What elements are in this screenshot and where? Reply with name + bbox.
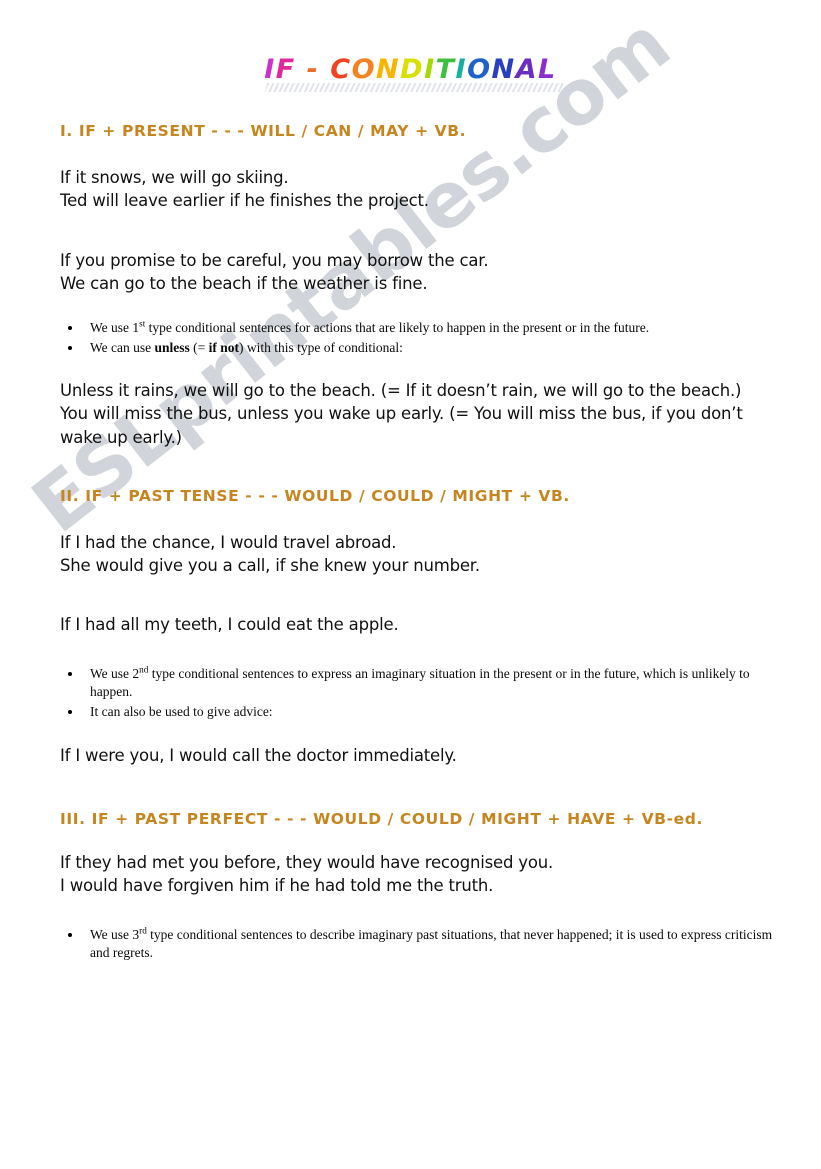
- bullet-bold-unless: unless: [154, 339, 190, 355]
- list-item: We use 1st type conditional sentences fo…: [60, 319, 778, 337]
- bullet-text-post: ) with this type of conditional:: [239, 339, 403, 355]
- section-1-examples-c: Unless it rains, we will go to the beach…: [60, 379, 780, 449]
- title-letter: A: [515, 54, 539, 85]
- example-sentence: I would have forgiven him if he had told…: [60, 876, 494, 896]
- section-1-examples-a: If it snows, we will go skiing. Ted will…: [60, 166, 429, 213]
- example-sentence: If I had all my teeth, I could eat the a…: [60, 615, 399, 634]
- page-title: IF - CONDITIONAL: [264, 54, 565, 92]
- title-letter: F: [275, 54, 296, 85]
- section-1-heading: I. IF + PRESENT - - - WILL / CAN / MAY +…: [60, 122, 467, 140]
- example-sentence: She would give you a call, if she knew y…: [60, 556, 480, 576]
- title-shadow: [264, 83, 565, 92]
- title-letter: N: [376, 54, 401, 85]
- title-letter: I: [455, 54, 468, 85]
- bullet-text-pre: We can use: [90, 339, 155, 355]
- bullet-text-post: type conditional sentences for actions t…: [145, 320, 650, 335]
- title-letter: O: [467, 54, 492, 85]
- list-item: It can also be used to give advice:: [60, 703, 790, 721]
- bullet-bold-if-not: if not: [208, 339, 240, 355]
- bullet-text-post: type conditional sentences to describe i…: [90, 927, 773, 960]
- title-area: IF - CONDITIONAL: [0, 0, 821, 92]
- example-sentence: Ted will leave earlier if he finishes th…: [60, 191, 429, 211]
- example-sentence: If I were you, I would call the doctor i…: [60, 746, 457, 765]
- title-letter: I: [424, 54, 436, 85]
- title-letter: [296, 56, 307, 83]
- section-1-examples-b: If you promise to be careful, you may bo…: [60, 249, 489, 296]
- section-2-examples-a: If I had the chance, I would travel abro…: [60, 531, 480, 578]
- example-sentence: We can go to the beach if the weather is…: [60, 274, 428, 294]
- section-3-bullets: We use 3rd type conditional sentences to…: [60, 926, 790, 964]
- title-letter: O: [351, 54, 377, 85]
- list-item: We can use unless (= if not) with this t…: [60, 339, 778, 357]
- section-3-examples-a: If they had met you before, they would h…: [60, 851, 553, 898]
- example-sentence: If they had met you before, they would h…: [60, 853, 554, 872]
- title-letter: T: [435, 54, 456, 85]
- bullet-text-pre: We use 2: [90, 666, 140, 681]
- title-letter: C: [330, 54, 352, 85]
- example-sentence: If I had the chance, I would travel abro…: [60, 533, 397, 552]
- title-letter: I: [264, 54, 276, 85]
- worksheet-page: ESLprintables.com IF - CONDITIONAL I. IF…: [0, 0, 821, 1169]
- section-2-bullets: We use 2nd type conditional sentences to…: [60, 665, 790, 723]
- section-2-examples-c: If I were you, I would call the doctor i…: [60, 744, 457, 767]
- example-sentence: If you promise to be careful, you may bo…: [60, 251, 489, 270]
- ordinal-suffix: nd: [139, 664, 149, 675]
- section-2-heading: II. IF + PAST TENSE - - - WOULD / COULD …: [60, 487, 570, 505]
- title-letter: -: [306, 54, 320, 85]
- bullet-text-pre: We use 3: [90, 927, 140, 942]
- example-sentence: If it snows, we will go skiing.: [60, 168, 289, 187]
- example-sentence: You will miss the bus, unless you wake u…: [60, 404, 743, 447]
- bullet-text-pre: We use 1: [90, 320, 140, 335]
- list-item: We use 2nd type conditional sentences to…: [60, 665, 790, 701]
- example-sentence: Unless it rains, we will go to the beach…: [60, 381, 742, 400]
- bullet-text-mid: (=: [189, 339, 209, 355]
- title-letter: L: [538, 54, 557, 85]
- section-1-bullets: We use 1st type conditional sentences fo…: [60, 319, 778, 359]
- list-item: We use 3rd type conditional sentences to…: [60, 926, 790, 962]
- title-letter: N: [491, 54, 516, 85]
- worksheet-content: IF - CONDITIONAL I. IF + PRESENT - - - W…: [0, 0, 821, 960]
- section-3-heading: III. IF + PAST PERFECT - - - WOULD / COU…: [60, 810, 703, 828]
- ordinal-suffix: rd: [139, 925, 147, 936]
- title-letter: [319, 56, 330, 83]
- bullet-text-post: type conditional sentences to express an…: [90, 666, 750, 699]
- section-2-examples-b: If I had all my teeth, I could eat the a…: [60, 613, 399, 636]
- title-letter: D: [400, 54, 425, 85]
